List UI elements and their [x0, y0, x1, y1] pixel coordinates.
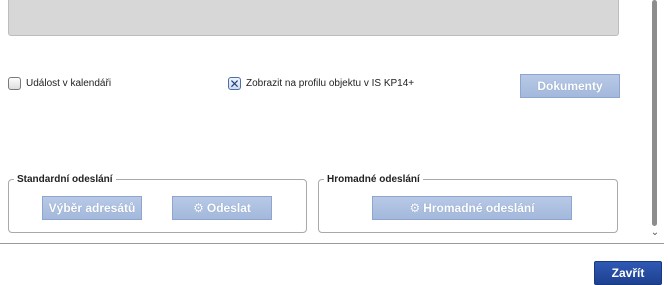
- event-in-calendar-option[interactable]: Událost v kalendáři: [8, 77, 111, 90]
- vertical-scrollbar[interactable]: ⌄: [647, 0, 663, 243]
- select-recipients-button[interactable]: Výběr adresátů: [42, 196, 142, 220]
- dialog-scroll-pane: Událost v kalendáři ✕ Zobrazit na profil…: [0, 0, 664, 244]
- show-on-profile-option[interactable]: ✕ Zobrazit na profilu objektu v IS KP14+: [228, 77, 414, 90]
- documents-button-label: Dokumenty: [537, 79, 603, 93]
- send-button[interactable]: ⚙ Odeslat: [172, 196, 272, 220]
- close-button[interactable]: Zavřít: [594, 261, 662, 285]
- checkbox-x-icon: ✕: [229, 76, 240, 91]
- show-on-profile-label: Zobrazit na profilu objektu v IS KP14+: [246, 78, 415, 89]
- bulk-send-button[interactable]: ⚙ Hromadné odeslání: [372, 196, 572, 220]
- show-on-profile-checkbox[interactable]: ✕: [228, 77, 241, 90]
- gears-icon: ⚙: [409, 201, 421, 215]
- description-textarea[interactable]: [8, 0, 619, 36]
- bulk-send-button-label: Hromadné odeslání: [423, 201, 535, 215]
- select-recipients-label: Výběr adresátů: [48, 201, 136, 215]
- bulk-sending-legend: Hromadné odeslání: [327, 174, 420, 185]
- scroll-down-arrow-icon[interactable]: ⌄: [649, 228, 661, 238]
- send-button-label: Odeslat: [206, 201, 251, 215]
- standard-sending-legend: Standardní odeslání: [17, 174, 113, 185]
- scrollbar-thumb[interactable]: [652, 0, 657, 226]
- gears-icon: ⚙: [193, 201, 204, 215]
- documents-button[interactable]: Dokumenty: [520, 74, 620, 98]
- event-in-calendar-checkbox[interactable]: [8, 77, 21, 90]
- event-in-calendar-label: Událost v kalendáři: [26, 78, 112, 89]
- close-button-label: Zavřít: [611, 266, 645, 280]
